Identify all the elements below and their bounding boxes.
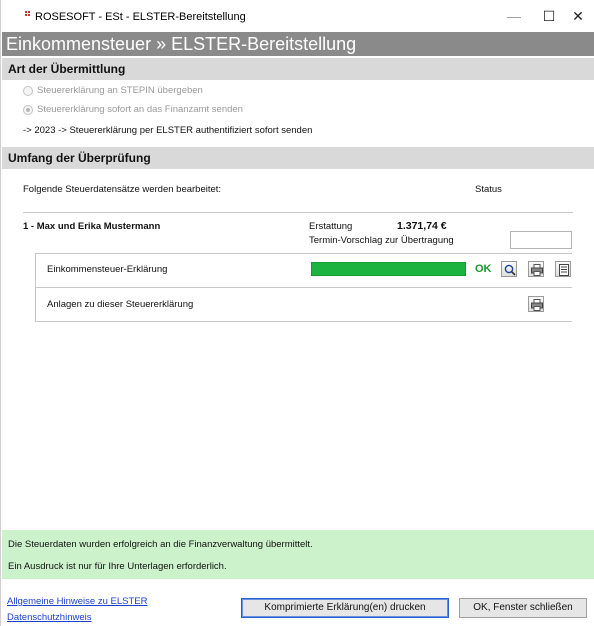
- divider: [35, 287, 36, 321]
- preview-button[interactable]: [501, 261, 517, 277]
- ok-close-button[interactable]: OK, Fenster schließen: [459, 598, 587, 618]
- refund-label: Erstattung: [309, 221, 353, 232]
- app-icon: [25, 11, 30, 19]
- radio-send-label: Steuererklärung sofort an das Finanzamt …: [37, 104, 243, 115]
- radio-button-checked-icon[interactable]: [23, 105, 33, 115]
- success-message: Die Steuerdaten wurden erfolgreich an di…: [8, 539, 313, 550]
- radio-stepin-label: Steuererklärung an STEPIN übergeben: [37, 85, 203, 96]
- print-compressed-button[interactable]: Komprimierte Erklärung(en) drucken: [241, 598, 449, 618]
- schedule-input[interactable]: [510, 231, 572, 249]
- divider: [35, 321, 572, 322]
- divider: [35, 287, 572, 288]
- progress-bar: [311, 262, 466, 276]
- magnifier-icon: [504, 264, 516, 276]
- details-button[interactable]: [555, 261, 571, 277]
- schedule-label: Termin-Vorschlag zur Übertragung: [309, 235, 454, 246]
- print-hint: Ein Ausdruck ist nur für Ihre Unterlagen…: [8, 561, 227, 572]
- refund-value: 1.371,74 €: [397, 220, 447, 232]
- printer-icon: [531, 264, 543, 276]
- printer-icon: [531, 299, 543, 311]
- divider: [35, 253, 572, 254]
- records-intro: Folgende Steuerdatensätze werden bearbei…: [23, 184, 222, 195]
- transmission-info: -> 2023 -> Steuererklärung per ELSTER au…: [23, 125, 313, 136]
- divider: [35, 253, 36, 287]
- status-column-header: Status: [475, 184, 502, 195]
- record-name: 1 - Max und Erika Mustermann: [23, 221, 161, 232]
- review-section-header: Umfang der Überprüfung: [2, 147, 594, 169]
- radio-stepin[interactable]: Steuererklärung an STEPIN übergeben: [23, 84, 203, 98]
- divider: [23, 212, 573, 213]
- radio-button-icon[interactable]: [23, 86, 33, 96]
- elster-info-link[interactable]: Allgemeine Hinweise zu ELSTER: [7, 596, 147, 607]
- list-icon: [559, 264, 569, 276]
- title-bar[interactable]: ROSESOFT - ESt - ELSTER-Bereitstellung —…: [1, 0, 594, 32]
- transmission-section-header: Art der Übermittlung: [2, 58, 594, 80]
- radio-send-finanzamt[interactable]: Steuererklärung sofort an das Finanzamt …: [23, 103, 243, 117]
- row-label-est: Einkommensteuer-Erklärung: [47, 264, 168, 275]
- privacy-link[interactable]: Datenschutzhinweis: [7, 612, 92, 623]
- print-button[interactable]: [528, 261, 544, 277]
- print-attachments-button[interactable]: [528, 296, 544, 312]
- elster-window: ROSESOFT - ESt - ELSTER-Bereitstellung —…: [0, 0, 594, 626]
- success-message-box: Die Steuerdaten wurden erfolgreich an di…: [2, 530, 594, 579]
- status-ok: OK: [475, 263, 492, 275]
- window-title: ROSESOFT - ESt - ELSTER-Bereitstellung: [35, 11, 246, 23]
- row-label-attachments: Anlagen zu dieser Steuererklärung: [47, 299, 194, 310]
- close-button[interactable]: ✕: [561, 0, 594, 32]
- page-title: Einkommensteuer » ELSTER-Bereitstellung: [2, 32, 594, 56]
